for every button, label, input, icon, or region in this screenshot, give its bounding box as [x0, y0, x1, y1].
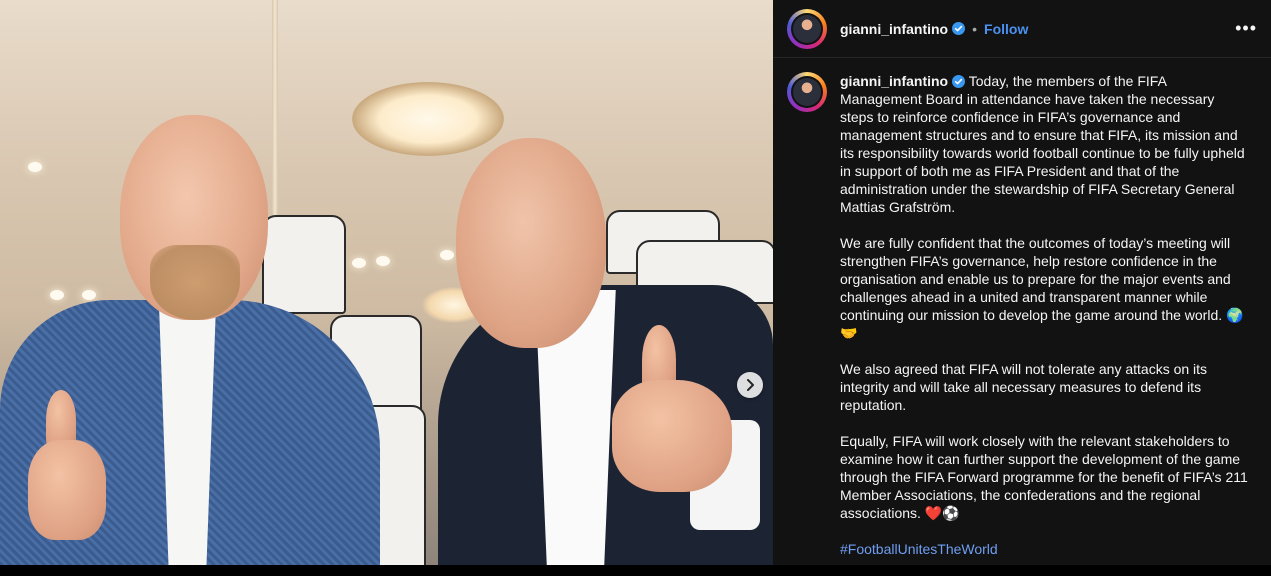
caption-paragraph: gianni_infantino Today, the members of t…	[840, 72, 1248, 216]
person-left-beard	[150, 245, 240, 320]
caption-username[interactable]: gianni_infantino	[840, 73, 948, 89]
more-options-icon[interactable]: •••	[1235, 18, 1257, 39]
thumbs-up-hand	[612, 380, 732, 492]
separator-dot: •	[972, 20, 978, 37]
verified-badge-icon	[952, 75, 966, 88]
post-caption: gianni_infantino Today, the members of t…	[840, 72, 1248, 576]
caption-text: Today, the members of the FIFA Managemen…	[840, 73, 1245, 215]
avatar-image	[793, 14, 821, 43]
avatar-ring	[791, 12, 823, 45]
ceiling-light	[440, 250, 454, 260]
post-photo[interactable]	[0, 0, 773, 565]
avatar-image	[793, 78, 821, 106]
stadium-seat	[262, 215, 346, 314]
ceiling-light	[28, 162, 42, 172]
caption-section: gianni_infantino Today, the members of t…	[773, 58, 1271, 576]
thumbs-up-hand	[28, 440, 106, 540]
chevron-right-icon	[747, 379, 754, 391]
hashtag-link[interactable]: #FootballUnitesTheWorld	[840, 540, 1248, 558]
follow-button[interactable]: Follow	[984, 21, 1028, 37]
ceiling-light	[352, 82, 504, 156]
post-header: gianni_infantino • Follow •••	[773, 0, 1271, 58]
avatar[interactable]	[787, 8, 827, 49]
caption-paragraph: We are fully confident that the outcomes…	[840, 235, 1244, 341]
caption-paragraph: We also agreed that FIFA will not tolera…	[840, 361, 1208, 413]
post-panel: gianni_infantino • Follow ••• gianni_inf…	[773, 0, 1271, 565]
person-right-head	[456, 138, 606, 348]
verified-badge-icon	[952, 22, 966, 35]
carousel-next-button[interactable]	[737, 372, 763, 398]
avatar-ring	[791, 76, 823, 108]
ceiling-light	[352, 258, 366, 268]
caption-paragraph: Equally, FIFA will work closely with the…	[840, 433, 1248, 521]
ceiling-light	[50, 290, 64, 300]
post-modal: gianni_infantino • Follow ••• gianni_inf…	[0, 0, 1271, 565]
header-username[interactable]: gianni_infantino	[840, 21, 948, 37]
avatar[interactable]	[787, 72, 827, 112]
ceiling-light	[82, 290, 96, 300]
ceiling-light	[376, 256, 390, 266]
